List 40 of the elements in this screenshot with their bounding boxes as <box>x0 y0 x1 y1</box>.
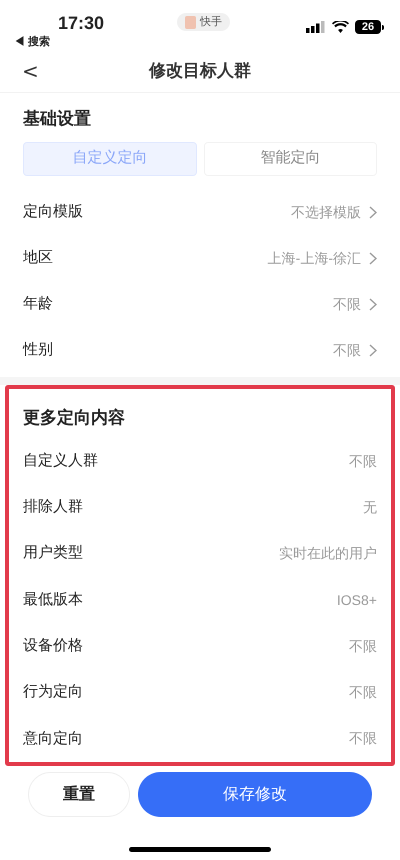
row-value: 不限 <box>349 636 377 656</box>
chevron-right-icon <box>369 206 377 219</box>
settings-row[interactable]: 行为定向 不限 <box>9 669 391 716</box>
status-time: 17:30 <box>58 12 104 34</box>
page-title: 修改目标人群 <box>149 60 251 82</box>
row-value: 不限 <box>349 729 377 748</box>
settings-row[interactable]: 用户类型 实时在此的用户 <box>9 530 391 577</box>
save-button[interactable]: 保存修改 <box>138 772 372 818</box>
settings-row[interactable]: 排除人群 无 <box>9 484 391 531</box>
chevron-right-icon <box>369 344 377 357</box>
wifi-icon <box>332 21 349 33</box>
app-pill: 快手 <box>177 13 230 31</box>
back-to-app-link[interactable]: ◀ 搜索 <box>14 34 50 50</box>
battery-icon: 26 <box>355 20 384 34</box>
signal-icon <box>306 21 326 33</box>
targeting-tab[interactable]: 智能定向 <box>204 142 377 176</box>
row-value: 不限 <box>333 341 361 360</box>
row-value: 不选择模版 <box>291 203 361 222</box>
settings-row[interactable]: 最低版本 IOS8+ <box>9 576 391 624</box>
reset-button[interactable]: 重置 <box>28 772 130 818</box>
settings-row[interactable]: 意向定向 不限 <box>9 716 391 762</box>
settings-row[interactable]: 定向模版 不选择模版 <box>0 190 400 236</box>
section-title: 更多定向内容 <box>22 406 126 428</box>
back-button[interactable]: < <box>22 61 39 81</box>
row-value: 不限 <box>349 452 377 471</box>
chevron-right-icon <box>369 298 377 311</box>
settings-row[interactable]: 性别 不限 <box>0 328 400 374</box>
settings-row[interactable]: 自定义人群 不限 <box>9 438 391 484</box>
row-value: 无 <box>363 498 377 517</box>
settings-row[interactable]: 年龄 不限 <box>0 282 400 328</box>
section-title: 基础设置 <box>22 108 92 130</box>
settings-row[interactable]: 地区 上海-上海-徐汇 <box>0 236 400 282</box>
row-value: 实时在此的用户 <box>279 544 377 564</box>
settings-row[interactable]: 设备价格 不限 <box>9 623 391 670</box>
row-value: 不限 <box>349 683 377 702</box>
row-value: 不限 <box>333 295 361 314</box>
row-value: 上海-上海-徐汇 <box>268 249 361 268</box>
app-icon <box>185 16 196 28</box>
row-value: IOS8+ <box>336 590 377 610</box>
chevron-right-icon <box>369 252 377 265</box>
